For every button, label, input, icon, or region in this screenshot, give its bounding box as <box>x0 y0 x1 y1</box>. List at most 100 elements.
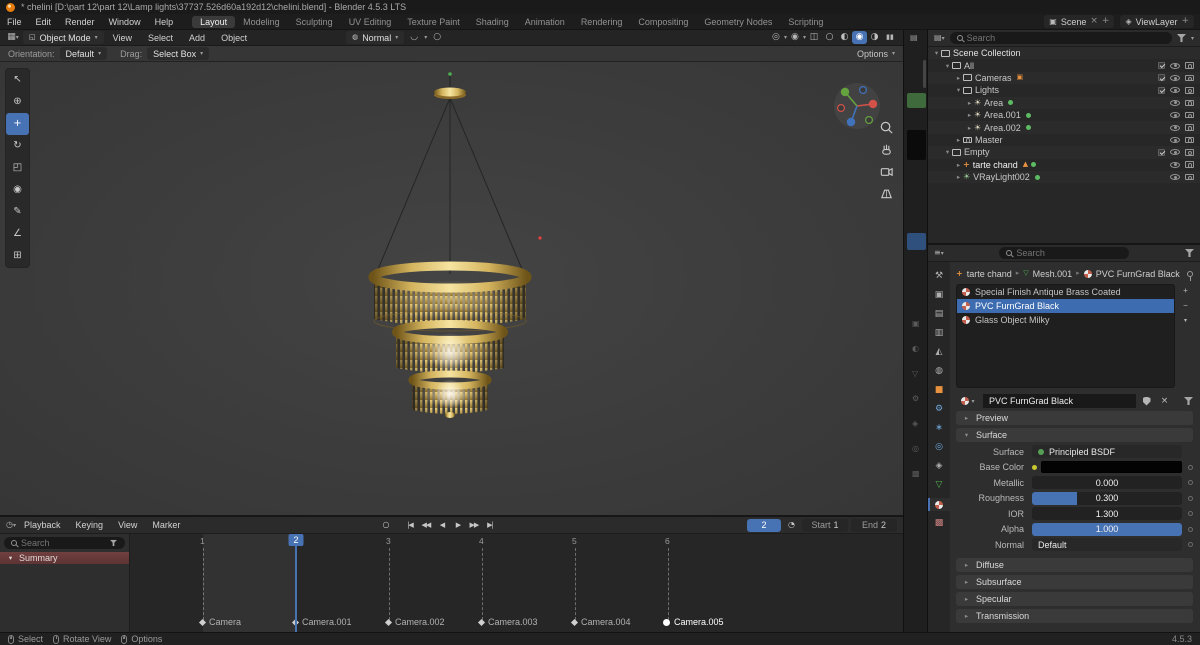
hide-eye-icon[interactable] <box>1170 136 1180 143</box>
remove-slot-button[interactable]: − <box>1178 299 1193 312</box>
hide-eye-icon[interactable] <box>1170 99 1180 106</box>
options-dropdown[interactable]: Options ▾ <box>857 49 895 59</box>
base-color-swatch[interactable] <box>1041 461 1182 473</box>
navigation-gizmo[interactable] <box>833 82 881 130</box>
roughness-slider[interactable]: 0.300 <box>1032 491 1182 505</box>
specular-panel-header[interactable]: ▸ Specular <box>956 592 1193 606</box>
tab-modifiers[interactable]: ⚙ <box>928 403 950 416</box>
shading-rendered-icon[interactable]: ◑ <box>867 31 882 44</box>
menu-help[interactable]: Help <box>148 17 181 27</box>
decorator-dot[interactable] <box>1188 480 1193 485</box>
summary-channel[interactable]: ▾ Summary <box>0 552 129 564</box>
gizmos-toggle-icon[interactable]: ◎ <box>768 33 784 42</box>
properties-search[interactable] <box>999 247 1130 259</box>
workspace-tab-rendering[interactable]: Rendering <box>573 16 631 28</box>
tab-render[interactable]: ▣ <box>928 289 950 302</box>
decorator-dot[interactable] <box>1188 495 1193 501</box>
render-camera-icon[interactable] <box>1185 111 1194 119</box>
tab-world[interactable]: ◍ <box>928 365 950 378</box>
render-camera-icon[interactable] <box>1185 161 1194 168</box>
decorator-dot[interactable] <box>1188 511 1193 516</box>
snap-dropdown-icon[interactable]: ▾ <box>424 34 427 41</box>
move-tool[interactable]: + <box>6 113 29 135</box>
editor-type-icon[interactable]: ▦▾ <box>5 33 21 42</box>
mode-dropdown[interactable]: ◱ Object Mode ▾ <box>23 31 104 44</box>
tab-material[interactable] <box>928 498 950 511</box>
marker-camera-005-selected[interactable]: Camera.005 <box>663 617 724 627</box>
timeline-track-area[interactable]: 1 2 3 4 5 6 Camera Camera.001 Camera.002… <box>130 534 903 632</box>
browse-material-button[interactable]: ▾ <box>956 394 980 408</box>
timeline-menu-view[interactable]: View <box>111 520 144 530</box>
alpha-slider[interactable]: 1.000 <box>1032 522 1182 536</box>
drag-setting-dropdown[interactable]: Select Box ▾ <box>147 47 210 60</box>
outliner-row-lights[interactable]: ▾ Lights <box>928 84 1200 96</box>
tab-scene[interactable]: ◭ <box>928 346 950 359</box>
select-box-tool[interactable]: ↖ <box>6 69 29 91</box>
shading-wireframe-icon[interactable]: ○ <box>822 31 837 44</box>
strip-scrollbar[interactable] <box>923 60 926 88</box>
hide-eye-icon[interactable] <box>1170 174 1180 181</box>
workspace-tab-animation[interactable]: Animation <box>517 16 573 28</box>
outliner-row-area-001[interactable]: ▸ ☀ Area.001 <box>928 109 1200 121</box>
transform-tool[interactable]: ◉ <box>6 179 29 201</box>
tab-constraints[interactable]: ◈ <box>928 460 950 473</box>
hide-eye-icon[interactable] <box>1170 149 1180 156</box>
annotate-tool[interactable]: ✎ <box>6 201 29 223</box>
viewport-menu-object[interactable]: Object <box>214 33 254 43</box>
fake-user-shield-button[interactable] <box>1139 394 1154 408</box>
render-camera-icon[interactable] <box>1185 124 1194 131</box>
viewport-menu-select[interactable]: Select <box>141 33 180 43</box>
workspace-tab-uv-editing[interactable]: UV Editing <box>341 16 400 28</box>
material-slot-selected[interactable]: PVC FurnGrad Black <box>957 299 1174 313</box>
measure-tool[interactable]: ∠ <box>6 223 29 245</box>
hide-eye-icon[interactable] <box>1170 161 1180 168</box>
outliner-row-tarte-chand[interactable]: ▸ + tarte chand ▲ <box>928 159 1200 171</box>
outliner-row-vraylight002[interactable]: ▸ ☀ VRayLight002 <box>928 171 1200 183</box>
workspace-tab-shading[interactable]: Shading <box>468 16 517 28</box>
marker-camera-003[interactable]: Camera.003 <box>477 617 538 627</box>
menu-edit[interactable]: Edit <box>29 17 59 27</box>
shading-material-icon[interactable]: ◉ <box>852 31 867 44</box>
breadcrumb-object[interactable]: tarte chand <box>967 269 1012 279</box>
jump-to-start-button[interactable]: |◀ <box>402 519 417 532</box>
timeline-search[interactable] <box>4 537 125 549</box>
menu-window[interactable]: Window <box>102 17 148 27</box>
rotate-tool[interactable]: ↻ <box>6 135 29 157</box>
play-button[interactable]: ▶ <box>450 519 465 532</box>
zoom-icon[interactable] <box>879 120 894 135</box>
overlays-toggle-icon[interactable]: ◉ <box>787 33 803 42</box>
add-cube-tool[interactable]: ⊞ <box>6 245 29 267</box>
marker-camera-002[interactable]: Camera.002 <box>384 617 445 627</box>
marker-camera-004[interactable]: Camera.004 <box>570 617 631 627</box>
add-slot-button[interactable]: + <box>1178 284 1193 297</box>
menu-file[interactable]: File <box>0 17 29 27</box>
outliner-row-empty[interactable]: ▾ Empty <box>928 146 1200 158</box>
tab-view-layer[interactable]: ▥ <box>928 327 950 340</box>
camera-view-icon[interactable] <box>879 164 894 179</box>
exclude-checkbox[interactable] <box>1158 148 1165 156</box>
render-camera-icon[interactable] <box>1185 62 1194 69</box>
playhead[interactable] <box>295 534 297 632</box>
playhead-frame-badge[interactable]: 2 <box>288 534 304 546</box>
play-reverse-button[interactable]: ◀ <box>434 519 449 532</box>
render-camera-icon[interactable] <box>1185 173 1194 181</box>
hide-eye-icon[interactable] <box>1170 74 1180 81</box>
workspace-tab-scripting[interactable]: Scripting <box>780 16 831 28</box>
workspace-tab-compositing[interactable]: Compositing <box>630 16 696 28</box>
hide-eye-icon[interactable] <box>1170 87 1180 94</box>
snap-magnet-icon[interactable]: ◡ <box>406 33 422 42</box>
slot-specials-button[interactable]: ▾ <box>1178 314 1193 327</box>
render-camera-icon[interactable] <box>1185 136 1194 144</box>
outliner-row-scene-collection[interactable]: ▾ Scene Collection <box>928 47 1200 59</box>
surface-panel-header[interactable]: ▾ Surface <box>956 428 1193 442</box>
properties-filter-icon[interactable] <box>1185 249 1194 257</box>
strip-icon-5[interactable]: ◈ <box>912 420 920 428</box>
properties-editor-icon[interactable]: ≡▾ <box>934 249 944 257</box>
strip-icon-7[interactable]: ▩ <box>912 470 920 478</box>
xray-toggle-icon[interactable]: ◫ <box>806 33 822 42</box>
marker-camera-001[interactable]: Camera.001 <box>291 617 352 627</box>
properties-search-input[interactable] <box>1016 248 1123 258</box>
workspace-tab-texture-paint[interactable]: Texture Paint <box>399 16 468 28</box>
use-preview-range-icon[interactable]: ◔ <box>784 519 799 532</box>
outliner-row-area[interactable]: ▸ ☀ Area <box>928 97 1200 109</box>
